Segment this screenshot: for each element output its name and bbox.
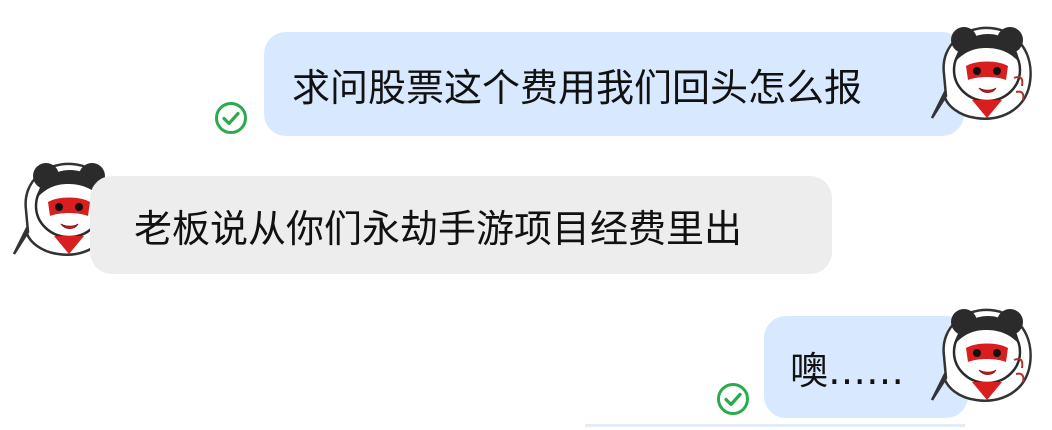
sent-check-icon xyxy=(214,101,248,135)
outgoing-message-bubble[interactable]: 求问股票这个费用我们回头怎么报 xyxy=(264,32,964,136)
next-bubble-edge xyxy=(585,424,965,427)
sent-check-icon xyxy=(716,382,750,416)
cartoon-avatar-icon[interactable] xyxy=(926,14,1042,130)
chat-message-list: 求问股票这个费用我们回头怎么报 老板说从你们永劫手游项目经费里出 噢…… xyxy=(0,0,1052,430)
cartoon-avatar-icon[interactable] xyxy=(926,296,1042,412)
message-text: 噢…… xyxy=(790,348,905,393)
incoming-message-bubble[interactable]: 老板说从你们永劫手游项目经费里出 xyxy=(90,176,832,274)
message-text: 老板说从你们永劫手游项目经费里出 xyxy=(134,206,743,251)
message-text: 求问股票这个费用我们回头怎么报 xyxy=(292,65,863,110)
